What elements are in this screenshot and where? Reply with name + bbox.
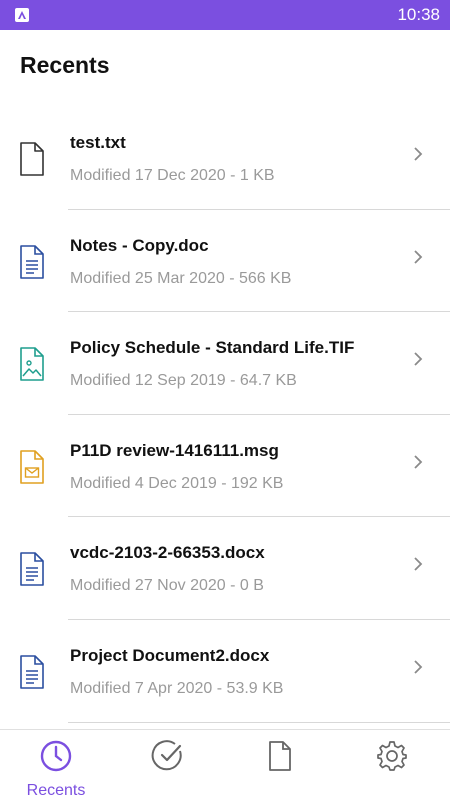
- app-logo-icon: [15, 8, 29, 22]
- divider: [68, 721, 450, 723]
- chevron-right-icon: [409, 658, 427, 676]
- file-meta: Modified 27 Nov 2020 - 0 B: [70, 577, 264, 595]
- list-item[interactable]: vcdc-2103-2-66353.docx Modified 27 Nov 2…: [0, 517, 450, 620]
- nav-tasks[interactable]: [112, 730, 224, 801]
- nav-recents-label: Recents: [26, 782, 86, 799]
- list-item[interactable]: Notes - Copy.doc Modified 25 Mar 2020 - …: [0, 210, 450, 313]
- file-name: Project Document2.docx: [70, 645, 270, 665]
- clock-icon: [39, 730, 73, 778]
- image-file-icon: [17, 346, 47, 382]
- page-title: Recents: [20, 52, 110, 78]
- list-item[interactable]: P11D review-1416111.msg Modified 4 Dec 2…: [0, 415, 450, 518]
- file-name: vcdc-2103-2-66353.docx: [70, 543, 265, 563]
- chevron-right-icon: [409, 453, 427, 471]
- chevron-right-icon: [409, 555, 427, 573]
- file-meta: Modified 17 Dec 2020 - 1 KB: [70, 167, 275, 184]
- nav-recents[interactable]: Recents: [0, 730, 112, 801]
- file-name: test.txt: [70, 133, 126, 152]
- list-item[interactable]: test.txt Modified 17 Dec 2020 - 1 KB: [0, 107, 450, 210]
- recent-files-list: test.txt Modified 17 Dec 2020 - 1 KB Not…: [0, 107, 450, 723]
- file-meta: Modified 7 Apr 2020 - 53.9 KB: [70, 679, 284, 697]
- file-name: P11D review-1416111.msg: [70, 440, 279, 460]
- status-bar: 10:38: [0, 0, 450, 30]
- text-file-icon: [17, 141, 47, 177]
- bottom-nav: Recents: [0, 729, 450, 801]
- document-file-icon: [17, 654, 47, 690]
- nav-settings[interactable]: [336, 730, 448, 801]
- file-meta: Modified 25 Mar 2020 - 566 KB: [70, 269, 292, 287]
- file-icon: [263, 730, 297, 778]
- file-name: Notes - Copy.doc: [70, 235, 209, 255]
- gear-icon: [375, 730, 409, 778]
- chevron-right-icon: [409, 145, 427, 163]
- check-circle-icon: [151, 730, 185, 778]
- nav-files[interactable]: [224, 730, 336, 801]
- mail-file-icon: [17, 449, 47, 485]
- list-item[interactable]: Project Document2.docx Modified 7 Apr 20…: [0, 620, 450, 723]
- file-meta: Modified 4 Dec 2019 - 192 KB: [70, 474, 284, 492]
- document-file-icon: [17, 244, 47, 280]
- file-meta: Modified 12 Sep 2019 - 64.7 KB: [70, 372, 297, 390]
- chevron-right-icon: [409, 350, 427, 368]
- chevron-right-icon: [409, 248, 427, 266]
- document-file-icon: [17, 551, 47, 587]
- file-name: Policy Schedule - Standard Life.TIF: [70, 338, 355, 358]
- status-time: 10:38: [397, 5, 440, 24]
- list-item[interactable]: Policy Schedule - Standard Life.TIF Modi…: [0, 312, 450, 415]
